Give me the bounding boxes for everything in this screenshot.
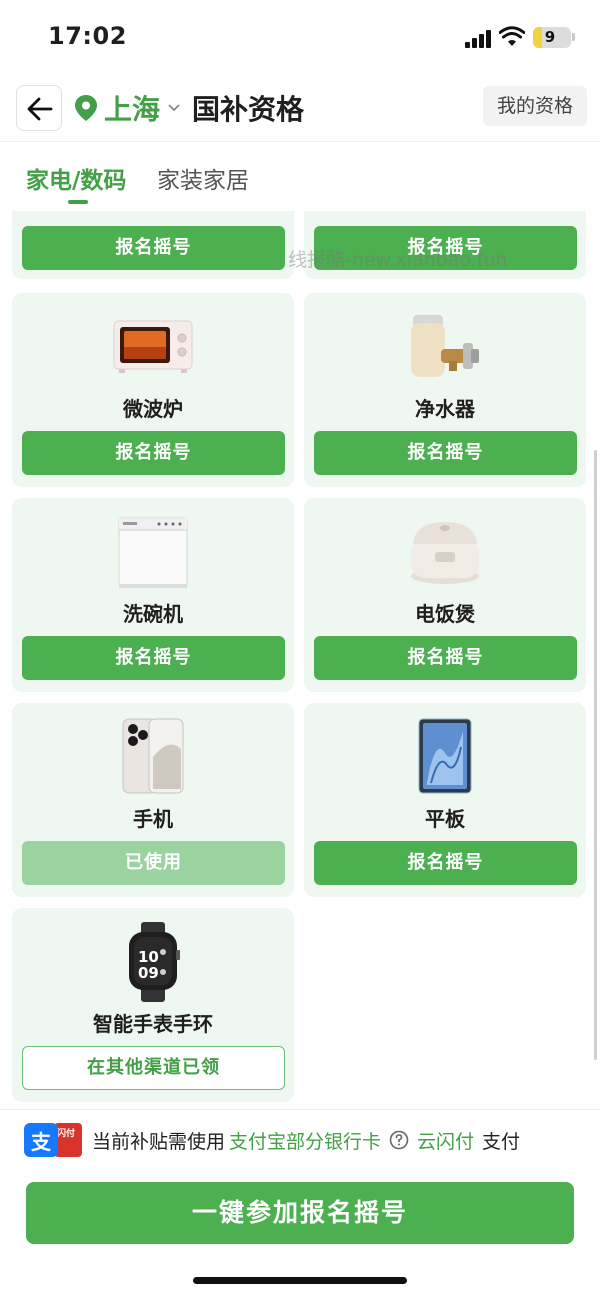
signal-icon	[465, 30, 493, 48]
one-click-register-button[interactable]: 一键参加报名摇号	[26, 1182, 574, 1244]
category-tabs: 家电/数码 家装家居	[0, 143, 600, 209]
used-status-button: 已使用	[22, 841, 285, 885]
register-lottery-button[interactable]: 报名摇号	[314, 636, 577, 680]
help-icon[interactable]	[389, 1130, 409, 1150]
product-card-rice-cooker: 电饭煲 报名摇号	[304, 498, 586, 692]
back-button[interactable]	[16, 85, 62, 131]
register-lottery-button[interactable]: 报名摇号	[22, 431, 285, 475]
product-name: 洗碗机	[123, 602, 183, 626]
tab-indicator	[68, 200, 88, 204]
scrollbar[interactable]	[594, 450, 597, 1060]
product-card-dishwasher: 洗碗机 报名摇号	[12, 498, 294, 692]
smartwatch-icon: 10 09	[129, 922, 180, 1002]
product-name: 净水器	[415, 397, 475, 421]
phone-icon	[122, 718, 184, 794]
page-title: 国补资格	[192, 93, 305, 126]
register-lottery-button[interactable]: 报名摇号	[22, 226, 285, 270]
watermark: 线报酷-new.xianbao.fun	[288, 249, 508, 271]
home-indicator	[193, 1277, 407, 1284]
alipay-logo-text: 支	[31, 1130, 51, 1154]
wifi-icon	[499, 26, 525, 46]
product-name: 平板	[425, 807, 465, 831]
location-selector[interactable]: 上海 国补资格	[74, 90, 304, 126]
unionpay-quickpass-link[interactable]: 云闪付	[417, 1127, 474, 1154]
battery-icon: 9	[533, 27, 571, 48]
water-purifier-icon	[411, 315, 479, 377]
status-bar: 17:02 9	[0, 0, 600, 76]
product-card-smartwatch: 10 09 智能手表手环 在其他渠道已领	[12, 908, 294, 1102]
payment-notice: 闪付 支 当前补贴需使用 支付宝部分银行卡 云闪付 支付	[24, 1122, 520, 1158]
city-name: 上海	[104, 93, 161, 126]
register-lottery-button[interactable]: 报名摇号	[314, 841, 577, 885]
tab-home-furnishing[interactable]: 家装家居	[157, 161, 249, 195]
product-grid: 报名摇号 报名摇号 微波炉 报名摇号 净水器 报名摇号 洗碗机 报名摇号 电饭煲…	[0, 211, 600, 1106]
product-card-phone: 手机 已使用	[12, 703, 294, 897]
register-lottery-button[interactable]: 报名摇号	[314, 431, 577, 475]
microwave-icon	[113, 320, 193, 373]
arrow-left-icon	[27, 97, 53, 121]
header: 上海 国补资格 我的资格	[0, 76, 600, 142]
tab-appliances-digital[interactable]: 家电/数码	[26, 161, 126, 195]
product-card: 报名摇号	[12, 211, 294, 279]
tablet-icon	[418, 718, 472, 794]
claimed-elsewhere-status: 在其他渠道已领	[22, 1046, 285, 1090]
my-qualification-button[interactable]: 我的资格	[483, 86, 587, 126]
dishwasher-icon	[118, 517, 188, 588]
unionpay-logo-text: 闪付	[57, 1129, 76, 1139]
payment-suffix: 支付	[482, 1130, 521, 1153]
payment-logos-icon: 闪付 支	[24, 1123, 82, 1157]
product-card-water-purifier: 净水器 报名摇号	[304, 293, 586, 487]
product-name: 微波炉	[123, 397, 183, 421]
product-name: 智能手表手环	[93, 1012, 213, 1036]
status-time: 17:02	[48, 22, 127, 50]
svg-text:09: 09	[138, 964, 159, 982]
chevron-down-icon	[168, 104, 180, 112]
product-card-microwave: 微波炉 报名摇号	[12, 293, 294, 487]
register-lottery-button[interactable]: 报名摇号	[22, 636, 285, 680]
payment-prefix: 当前补贴需使用	[92, 1130, 226, 1153]
location-pin-icon	[75, 95, 97, 121]
battery-level: 9	[544, 28, 556, 46]
product-name: 电饭煲	[415, 602, 475, 626]
product-name: 手机	[133, 807, 173, 831]
alipay-bank-card-link[interactable]: 支付宝部分银行卡	[229, 1127, 381, 1154]
product-card-tablet: 平板 报名摇号	[304, 703, 586, 897]
rice-cooker-icon	[411, 522, 479, 584]
